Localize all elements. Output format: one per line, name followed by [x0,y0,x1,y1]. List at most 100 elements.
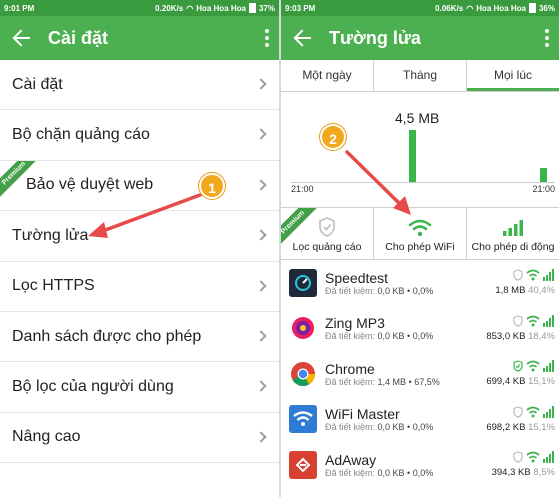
menu-item-allowlist[interactable]: Danh sách được cho phép [0,312,279,363]
back-arrow-icon[interactable] [12,28,32,48]
traffic-value: 853,0 KB [486,330,526,342]
app-bar: Tường lửa [281,16,559,60]
shield-icon[interactable] [513,406,523,418]
carrier-name: Hoa Hoa Hoa [196,3,246,13]
rule-icons [483,360,555,373]
shield-icon [319,217,335,237]
cellular-icon[interactable] [543,314,555,327]
wifi-icon [408,219,432,237]
traffic-value: 394,3 KB [491,467,531,479]
cellular-icon[interactable] [543,405,555,418]
chart-time-start: 21:00 [291,184,314,194]
wifi-icon[interactable] [526,269,540,281]
shield-icon[interactable] [513,451,523,463]
chart-bar-recent [540,168,547,182]
cellular-icon [503,220,523,236]
traffic-value: 698,2 KB [486,421,526,433]
app-name: AdAway [325,451,377,468]
saved-value: 0,0 KB • 0,0% [377,331,434,342]
menu-item-label: Nâng cao [12,428,81,446]
shield-icon[interactable] [513,269,523,281]
chevron-right-icon [255,330,267,342]
app-saved: Đã tiết kiệm: 0,0 KB • 0,0% [325,331,483,341]
adaway-icon [289,450,317,479]
traffic-percent: 15,1% [528,376,555,388]
settings-screen: 9:01 PM 0.20K/s ◠ Hoa Hoa Hoa 37% Cài đặ… [0,0,279,497]
saved-label: Đã tiết kiệm: [325,285,376,296]
battery-icon [528,3,536,13]
firewall-toggles: Premium Lọc quảng cáo Cho phép WiFi Cho … [281,208,559,260]
saved-label: Đã tiết kiệm: [325,376,376,387]
app-saved: Đã tiết kiệm: 0,0 KB • 0,0% [325,422,483,432]
network-speed: 0.20K/s [155,3,184,13]
app-name: WiFi Master [325,406,400,423]
toggle-allow-wifi[interactable]: Cho phép WiFi [374,208,467,259]
toggle-label: Cho phép WiFi [385,241,455,253]
saved-label: Đã tiết kiệm: [325,331,376,342]
battery-icon [248,3,256,13]
toggle-allow-mobile[interactable]: Cho phép di động [467,208,559,259]
menu-item-label: Tường lửa [12,226,89,244]
battery-level: 37% [258,3,275,13]
tab-one-day[interactable]: Một ngày [281,60,374,91]
wifi-icon[interactable] [526,406,540,418]
menu-item-browsing-security[interactable]: Premium Bảo vệ duyệt web [0,160,279,212]
menu-item-label: Cài đặt [12,75,63,93]
chevron-right-icon [255,128,267,141]
menu-item-label: Bộ lọc của người dùng [12,378,174,396]
list-item[interactable]: Speedtest Đã tiết kiệm: 0,0 KB • 0,0% 1,… [281,260,559,306]
app-name: Chrome [325,360,375,377]
wifi-icon[interactable] [526,451,540,463]
menu-item-ad-blocker[interactable]: Bộ chặn quảng cáo [0,110,279,161]
tab-all-time[interactable]: Mọi lúc [467,60,559,91]
saved-value: 0,0 KB • 0,0% [377,285,434,296]
wifi-icon[interactable] [526,360,540,372]
back-arrow-icon[interactable] [293,28,313,48]
firewall-screen: 9:03 PM 0.06K/s ◠ Hoa Hoa Hoa 36% Tường … [281,0,559,497]
menu-item-settings[interactable]: Cài đặt [0,60,279,111]
menu-item-https-filtering[interactable]: Lọc HTTPS [0,262,279,312]
speedtest-icon [289,268,317,297]
chart-peak-label: 4,5 MB [395,110,440,126]
app-name: Zing MP3 [325,315,385,332]
saved-value: 0,0 KB • 0,0% [377,467,434,478]
list-item[interactable]: Zing MP3 Đã tiết kiệm: 0,0 KB • 0,0% 853… [281,306,559,352]
wifi-status-icon: ◠ [186,3,194,13]
shield-icon[interactable] [513,315,523,327]
chevron-right-icon [255,78,267,90]
page-title: Cài đặt [48,27,109,48]
more-options-icon[interactable] [545,29,549,47]
chart-bar-peak [409,130,416,182]
status-time: 9:01 PM [4,3,35,13]
toggle-label: Cho phép di động [471,241,555,253]
traffic-value: 1,8 MB [495,285,526,297]
period-tabs: Một ngày Tháng Mọi lúc [281,60,559,92]
tab-month[interactable]: Tháng [374,60,467,91]
menu-item-label: Danh sách được cho phép [12,327,202,345]
cellular-icon[interactable] [543,360,555,373]
traffic-percent: 40,4% [528,285,555,297]
chevron-right-icon [255,431,267,443]
saved-label: Đã tiết kiệm: [325,422,376,433]
cellular-icon[interactable] [543,269,555,282]
wifi-icon[interactable] [526,315,540,327]
chrome-icon [289,360,317,388]
list-item[interactable]: WiFi Master Đã tiết kiệm: 0,0 KB • 0,0% … [281,397,559,443]
callout-badge-2: 2 [320,124,346,150]
shield-check-icon[interactable] [513,360,523,372]
toggle-label: Lọc quảng cáo [292,241,362,253]
traffic-percent: 18,4% [528,330,555,342]
menu-item-user-filter[interactable]: Bộ lọc của người dùng [0,362,279,413]
menu-item-firewall[interactable]: Tường lửa [0,211,279,262]
list-item[interactable]: Chrome Đã tiết kiệm: 1,4 MB • 67,5% 699,… [281,351,559,397]
carrier-name: Hoa Hoa Hoa [476,3,526,13]
more-options-icon[interactable] [265,29,269,47]
app-saved: Đã tiết kiệm: 1,4 MB • 67,5% [325,377,483,387]
traffic-value: 699,4 KB [486,376,526,388]
rule-icons [483,451,555,464]
battery-level: 36% [538,3,555,13]
menu-item-advanced[interactable]: Nâng cao [0,413,279,464]
list-item[interactable]: AdAway Đã tiết kiệm: 0,0 KB • 0,0% 394,3… [281,442,559,488]
cellular-icon[interactable] [543,451,555,464]
menu-item-label: Bảo vệ duyệt web [26,176,154,194]
